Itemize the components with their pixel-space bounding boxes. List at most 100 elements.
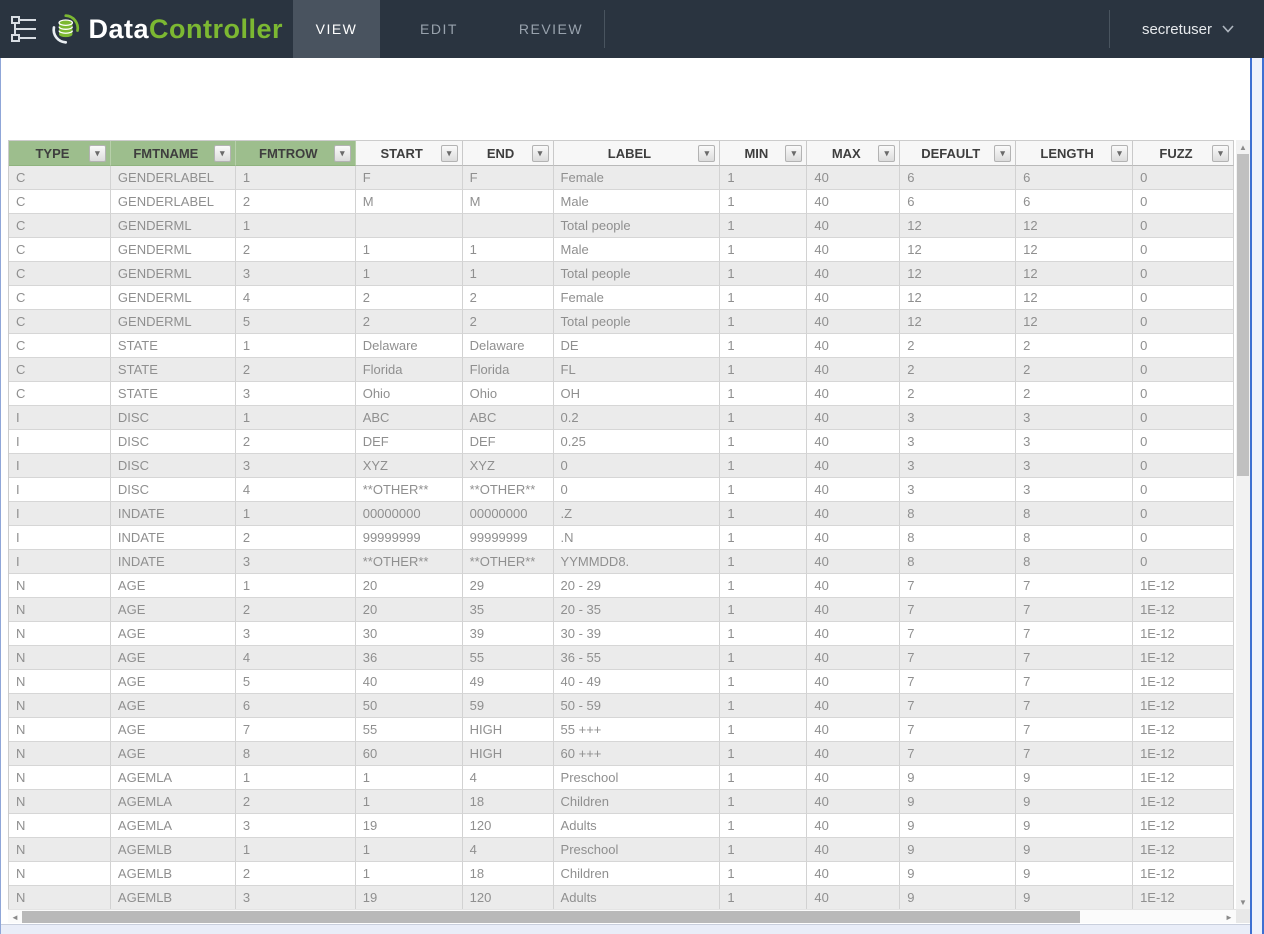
table-cell[interactable]: 1 bbox=[720, 574, 807, 598]
table-cell[interactable]: 5 bbox=[236, 310, 356, 334]
table-cell[interactable]: 1E-12 bbox=[1133, 694, 1234, 718]
table-cell[interactable]: 1 bbox=[236, 214, 356, 238]
table-cell[interactable]: 30 - 39 bbox=[554, 622, 721, 646]
table-cell[interactable]: 8 bbox=[1016, 550, 1133, 574]
table-cell[interactable]: 1 bbox=[463, 262, 554, 286]
menu-tree-icon[interactable] bbox=[10, 15, 40, 43]
table-cell[interactable]: GENDERLABEL bbox=[111, 166, 236, 190]
table-cell[interactable]: 7 bbox=[1016, 574, 1133, 598]
table-cell[interactable]: HIGH bbox=[463, 742, 554, 766]
table-cell[interactable]: .N bbox=[554, 526, 721, 550]
column-header-min[interactable]: MIN▾ bbox=[720, 141, 807, 166]
table-cell[interactable]: 1E-12 bbox=[1133, 742, 1234, 766]
table-cell[interactable]: FL bbox=[554, 358, 721, 382]
table-cell[interactable]: 1 bbox=[463, 238, 554, 262]
table-cell[interactable]: STATE bbox=[111, 358, 236, 382]
table-cell[interactable]: Delaware bbox=[463, 334, 554, 358]
table-cell[interactable]: 7 bbox=[900, 598, 1016, 622]
table-cell[interactable]: 1 bbox=[720, 718, 807, 742]
table-cell[interactable]: 40 bbox=[807, 286, 900, 310]
table-cell[interactable]: 40 bbox=[807, 382, 900, 406]
tab-edit[interactable]: EDIT bbox=[380, 0, 498, 58]
table-cell[interactable]: 9 bbox=[900, 790, 1016, 814]
table-cell[interactable]: 1 bbox=[720, 310, 807, 334]
table-cell[interactable]: 3 bbox=[236, 622, 356, 646]
table-cell[interactable]: Delaware bbox=[356, 334, 463, 358]
table-cell[interactable]: 12 bbox=[1016, 286, 1133, 310]
column-header-default[interactable]: DEFAULT▾ bbox=[900, 141, 1016, 166]
table-cell[interactable]: 00000000 bbox=[463, 502, 554, 526]
table-cell[interactable]: 1 bbox=[720, 166, 807, 190]
table-cell[interactable]: 12 bbox=[900, 310, 1016, 334]
table-cell[interactable]: 1 bbox=[720, 502, 807, 526]
table-cell[interactable]: 0 bbox=[1133, 550, 1234, 574]
filter-button[interactable]: ▾ bbox=[89, 145, 106, 162]
table-cell[interactable]: YYMMDD8. bbox=[554, 550, 721, 574]
table-cell[interactable]: N bbox=[9, 694, 111, 718]
table-cell[interactable]: DISC bbox=[111, 430, 236, 454]
table-cell[interactable]: 0 bbox=[1133, 430, 1234, 454]
table-cell[interactable]: DEF bbox=[356, 430, 463, 454]
table-cell[interactable]: 0.2 bbox=[554, 406, 721, 430]
table-cell[interactable]: GENDERML bbox=[111, 286, 236, 310]
table-cell[interactable]: 40 bbox=[807, 550, 900, 574]
scroll-up-arrow[interactable]: ▲ bbox=[1236, 140, 1250, 154]
table-cell[interactable]: 7 bbox=[1016, 742, 1133, 766]
table-cell[interactable]: 120 bbox=[463, 814, 554, 838]
horizontal-scroll-thumb[interactable] bbox=[22, 911, 1080, 923]
table-cell[interactable]: Adults bbox=[554, 814, 721, 838]
table-cell[interactable]: 12 bbox=[1016, 262, 1133, 286]
table-cell[interactable]: 3 bbox=[1016, 454, 1133, 478]
table-cell[interactable]: 40 bbox=[807, 670, 900, 694]
table-cell[interactable]: 1 bbox=[720, 598, 807, 622]
table-cell[interactable]: 40 bbox=[807, 718, 900, 742]
table-cell[interactable]: 2 bbox=[236, 598, 356, 622]
table-cell[interactable]: 1 bbox=[236, 166, 356, 190]
table-cell[interactable]: 2 bbox=[236, 358, 356, 382]
table-cell[interactable]: 1 bbox=[720, 814, 807, 838]
table-cell[interactable]: 1 bbox=[356, 766, 463, 790]
scroll-down-arrow[interactable]: ▼ bbox=[1236, 895, 1250, 909]
table-cell[interactable]: 8 bbox=[900, 550, 1016, 574]
user-menu[interactable]: secretuser bbox=[1110, 0, 1264, 58]
table-cell[interactable]: C bbox=[9, 166, 111, 190]
table-cell[interactable]: 3 bbox=[900, 478, 1016, 502]
table-cell[interactable]: 9 bbox=[1016, 790, 1133, 814]
table-cell[interactable]: .Z bbox=[554, 502, 721, 526]
table-cell[interactable]: 9 bbox=[1016, 814, 1133, 838]
table-cell[interactable]: 1 bbox=[720, 430, 807, 454]
table-cell[interactable]: 1E-12 bbox=[1133, 766, 1234, 790]
table-cell[interactable]: 0 bbox=[1133, 166, 1234, 190]
table-cell[interactable]: C bbox=[9, 382, 111, 406]
table-cell[interactable]: 2 bbox=[1016, 358, 1133, 382]
table-cell[interactable]: 20 - 35 bbox=[554, 598, 721, 622]
table-cell[interactable]: F bbox=[356, 166, 463, 190]
table-cell[interactable]: 9 bbox=[900, 814, 1016, 838]
column-header-type[interactable]: TYPE▾ bbox=[9, 141, 111, 166]
table-cell[interactable]: 7 bbox=[900, 694, 1016, 718]
table-cell[interactable]: GENDERML bbox=[111, 238, 236, 262]
table-cell[interactable]: 55 bbox=[356, 718, 463, 742]
table-cell[interactable]: 2 bbox=[236, 430, 356, 454]
table-cell[interactable]: 60 +++ bbox=[554, 742, 721, 766]
table-cell[interactable]: 12 bbox=[1016, 214, 1133, 238]
table-cell[interactable]: 6 bbox=[236, 694, 356, 718]
table-cell[interactable]: OH bbox=[554, 382, 721, 406]
table-cell[interactable]: 3 bbox=[900, 454, 1016, 478]
table-cell[interactable]: 59 bbox=[463, 694, 554, 718]
table-cell[interactable]: 0 bbox=[1133, 214, 1234, 238]
table-cell[interactable]: AGE bbox=[111, 574, 236, 598]
table-cell[interactable]: Female bbox=[554, 166, 721, 190]
table-cell[interactable]: 1E-12 bbox=[1133, 574, 1234, 598]
table-cell[interactable]: **OTHER** bbox=[356, 478, 463, 502]
table-cell[interactable]: 2 bbox=[236, 862, 356, 886]
table-cell[interactable]: 1 bbox=[720, 334, 807, 358]
table-cell[interactable]: 40 bbox=[807, 166, 900, 190]
table-cell[interactable]: Preschool bbox=[554, 838, 721, 862]
filter-button[interactable]: ▾ bbox=[532, 145, 549, 162]
table-cell[interactable]: 2 bbox=[236, 190, 356, 214]
table-cell[interactable]: 6 bbox=[1016, 166, 1133, 190]
table-cell[interactable]: I bbox=[9, 526, 111, 550]
table-cell[interactable]: AGEMLB bbox=[111, 862, 236, 886]
table-cell[interactable]: 0 bbox=[554, 454, 721, 478]
